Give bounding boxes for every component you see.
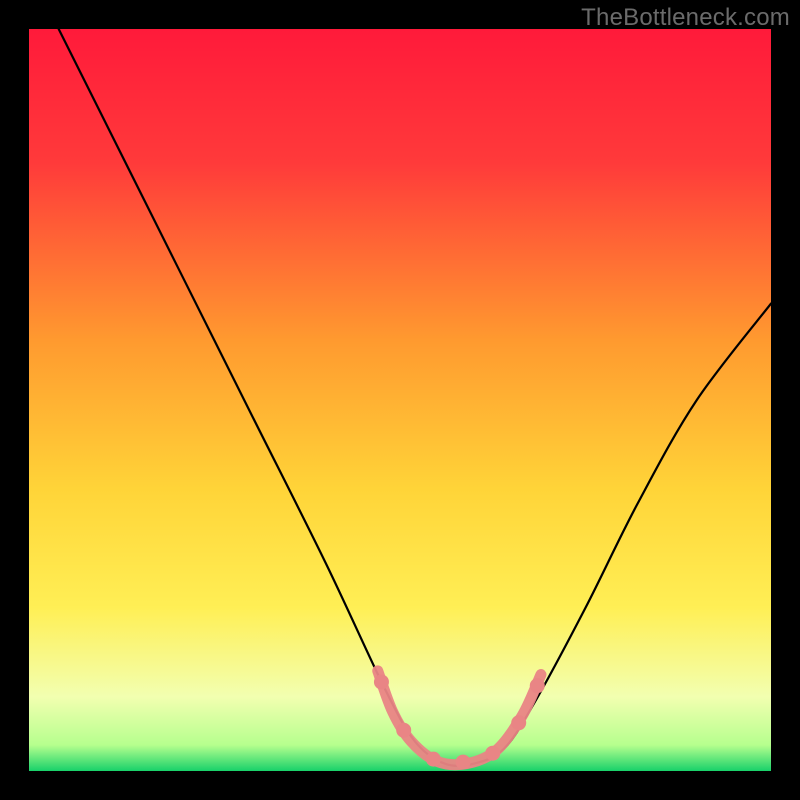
highlight-dot (374, 674, 389, 689)
highlight-dot (396, 723, 411, 738)
watermark-text: TheBottleneck.com (581, 4, 790, 32)
highlight-dot (530, 678, 545, 693)
highlight-dot (485, 746, 500, 761)
gradient-background (29, 29, 771, 771)
highlight-dot (511, 715, 526, 730)
plot-area (29, 29, 771, 771)
highlight-dot (426, 752, 441, 767)
bottleneck-chart (29, 29, 771, 771)
highlight-dot (456, 755, 471, 770)
chart-frame: TheBottleneck.com (0, 0, 800, 800)
